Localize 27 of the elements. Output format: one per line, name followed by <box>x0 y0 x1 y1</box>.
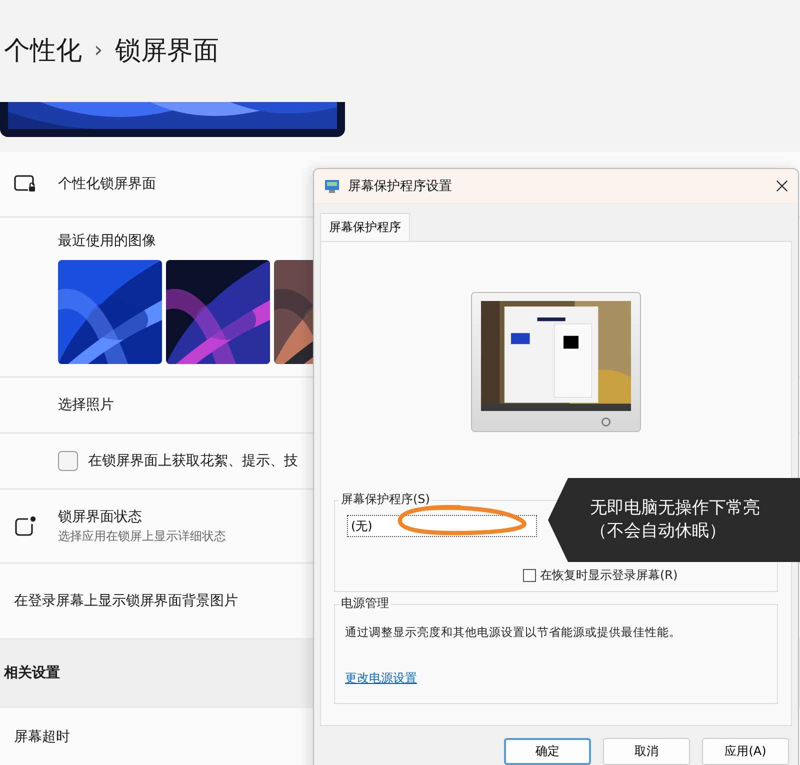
checkbox[interactable] <box>58 451 78 471</box>
row-description: 选择应用在锁屏上显示详细状态 <box>58 528 226 544</box>
row-label[interactable]: 在登录屏幕上显示锁屏界面背景图片 <box>14 592 238 610</box>
dialog-button[interactable]: 应用(A) <box>702 738 789 765</box>
row-label: 最近使用的图像 <box>58 232 156 250</box>
checkbox[interactable] <box>523 569 536 582</box>
tab[interactable]: 屏幕保护程序 <box>320 213 410 241</box>
checkbox-label: 在锁屏界面上获取花絮、提示、技 <box>88 452 298 470</box>
row-label[interactable]: 屏幕超时 <box>14 728 70 746</box>
power-settings-link[interactable]: 更改电源设置 <box>345 670 417 687</box>
section-heading: 相关设置 <box>4 664 60 682</box>
power-button-icon <box>601 417 611 427</box>
row-label: 锁屏界面状态 <box>58 508 143 526</box>
row-label[interactable]: 选择照片 <box>58 396 114 414</box>
dialog-button[interactable]: 取消 <box>603 738 690 765</box>
dialog-button[interactable]: 确定 <box>504 738 591 765</box>
page-title: 锁屏界面 <box>114 34 219 68</box>
close-icon[interactable] <box>776 180 788 192</box>
breadcrumb-parent[interactable]: 个性化 <box>4 32 82 68</box>
description-text: 通过调整显示亮度和其他电源设置以节省能源或提供最佳性能。 <box>345 625 681 640</box>
screen-icon <box>324 178 340 194</box>
row-label: 个性化锁屏界面 <box>58 175 156 193</box>
status-icon <box>14 515 38 537</box>
window-title: 屏幕保护程序设置 <box>348 178 453 195</box>
checkbox-label: 在恢复时显示登录屏幕(R) <box>540 567 678 584</box>
breadcrumb-separator: › <box>94 38 103 62</box>
callout-text: 无即电脑无操作下常亮（不会自动休眠） <box>590 497 761 543</box>
